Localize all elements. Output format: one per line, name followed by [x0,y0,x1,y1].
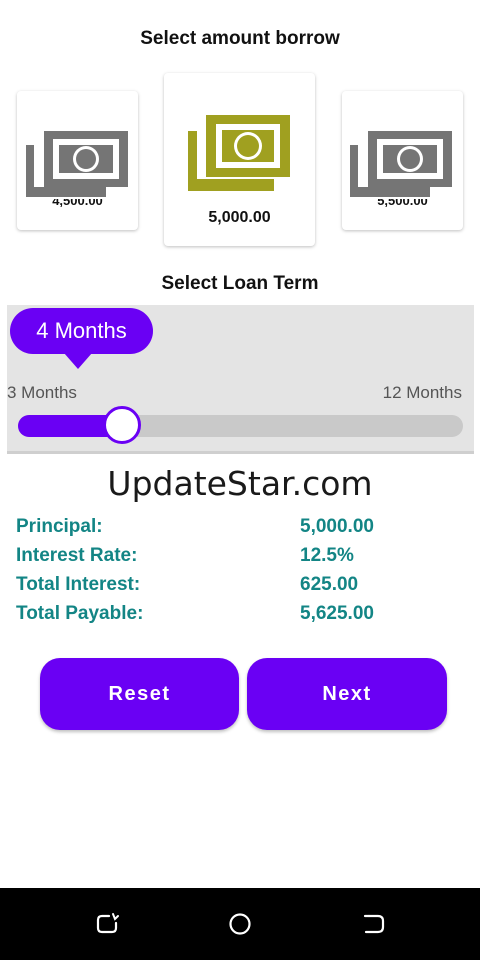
slider-track[interactable] [18,415,463,437]
slider-value-bubble: 4 Months [10,308,153,354]
amount-option-label: 5,500.00 [377,199,428,208]
back-icon[interactable] [361,911,387,937]
home-icon[interactable] [227,911,253,937]
summary-value: 5,000.00 [300,516,374,537]
watermark-text: UpdateStar.com [107,464,373,503]
money-bill-stack-icon [188,115,290,191]
reset-button[interactable]: Reset [40,658,239,730]
next-button[interactable]: Next [247,658,447,730]
summary-row-total-interest: Total Interest: 625.00 [16,574,416,603]
summary-label: Interest Rate: [16,545,138,566]
summary-label: Total Interest: [16,574,141,595]
amount-option-4500[interactable]: 4,500.00 [17,91,138,230]
amount-option-label: 4,500.00 [52,199,103,208]
summary-value: 625.00 [300,574,359,595]
summary-row-principal: Principal: 5,000.00 [16,516,416,545]
summary-row-interest-rate: Interest Rate: 12.5% [16,545,416,574]
summary-row-total-payable: Total Payable: 5,625.00 [16,603,416,632]
summary-label: Principal: [16,516,103,537]
recent-apps-icon[interactable] [94,911,120,937]
summary-label: Total Payable: [16,603,144,624]
select-loan-term-title: Select Loan Term [161,273,319,294]
amount-option-5500[interactable]: 5,500.00 [342,91,463,230]
loan-summary: Principal: 5,000.00 Interest Rate: 12.5%… [16,516,416,632]
amount-option-label: 5,000.00 [208,209,271,226]
money-bill-stack-icon [26,131,128,197]
system-navigation-bar [0,888,480,960]
slider-min-label: 3 Months [7,383,77,402]
summary-value: 5,625.00 [300,603,374,624]
slider-max-label: 12 Months [382,383,462,402]
slider-thumb[interactable] [103,406,142,444]
amount-option-5000-selected[interactable]: 5,000.00 [164,73,315,246]
select-amount-title: Select amount borrow [140,28,340,49]
bubble-pointer [64,353,92,369]
summary-value: 12.5% [300,545,354,566]
money-bill-stack-icon [350,131,452,197]
loan-term-slider-panel: 4 Months 3 Months 12 Months [7,305,474,454]
